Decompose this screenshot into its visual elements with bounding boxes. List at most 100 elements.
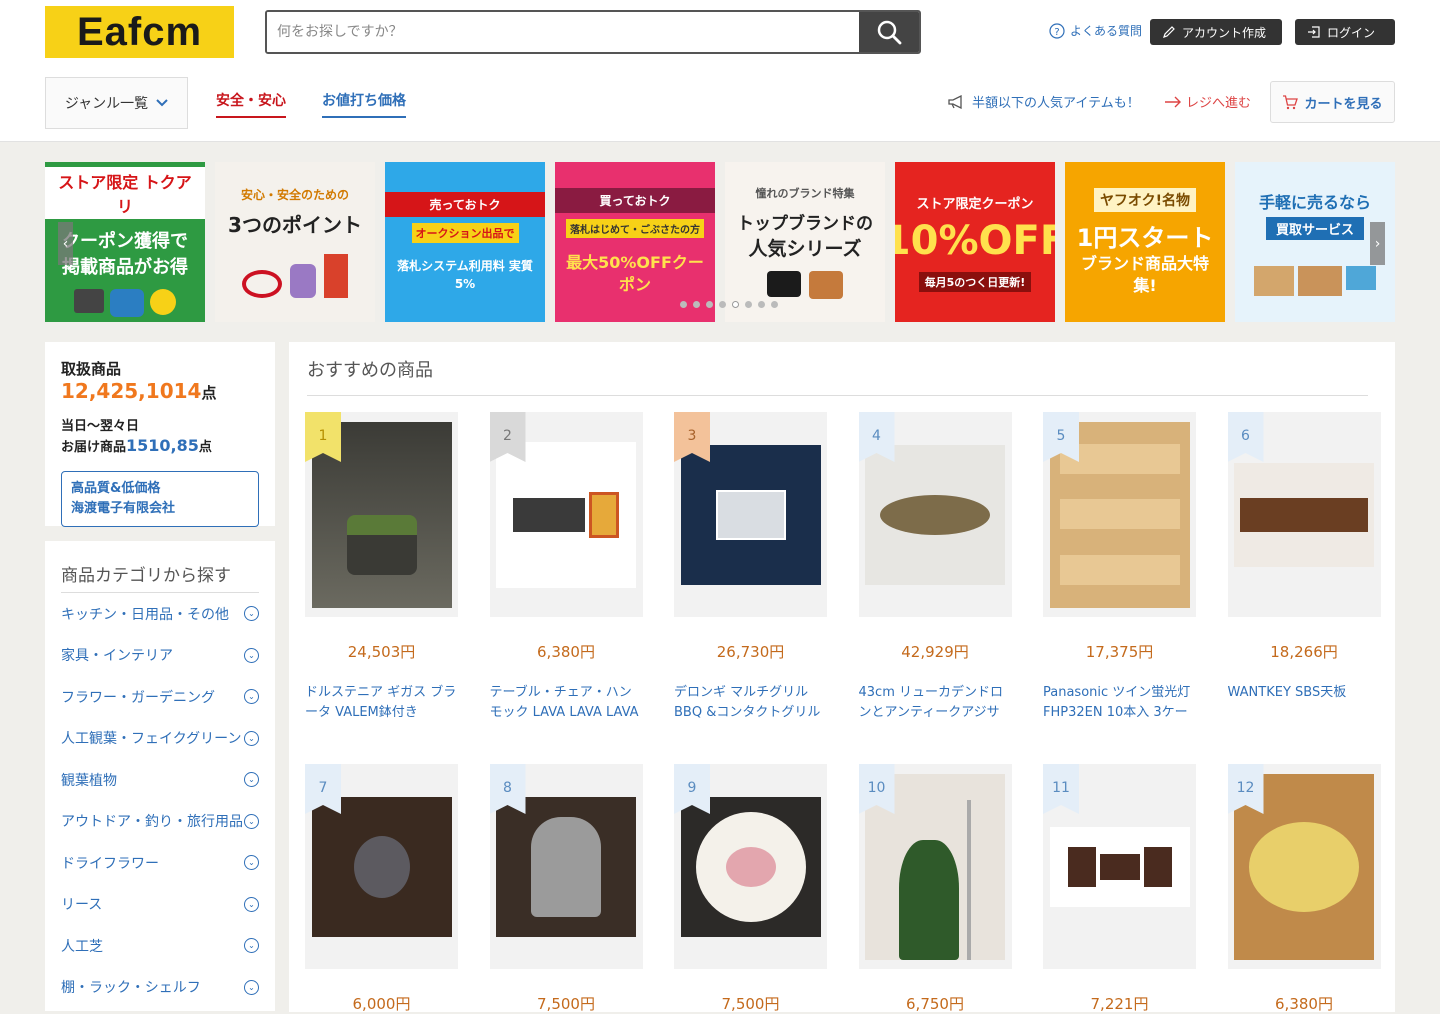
category-list: キッチン・日用品・その他 ⌄ 家具・インテリア ⌄ フラワー・ガーデニング ⌄ 人工観葉・フ… <box>61 593 275 1008</box>
faq-link[interactable]: ? よくある質問 <box>1049 22 1142 39</box>
category-item[interactable]: ドライフラワー ⌄ <box>61 842 275 884</box>
product-card[interactable]: 8 <box>489 764 643 969</box>
genre-dropdown[interactable]: ジャンル一覧 <box>45 77 188 129</box>
product-card[interactable]: 2 <box>489 412 643 617</box>
product-card[interactable]: 1 <box>305 412 458 617</box>
banner-line1: 売っておトク <box>385 191 545 217</box>
product-title[interactable]: ドルステニア ギガス ブラータ VALEM鉢付き <box>305 683 458 723</box>
banner-line3: 掲載商品がお得 <box>62 257 188 278</box>
banner-line3: 毎月5のつく日更新! <box>918 271 1032 292</box>
category-label: フラワー・ガーデニング <box>61 689 215 706</box>
chevron-left-icon: ‹ <box>62 235 69 252</box>
carousel-dot[interactable] <box>693 301 700 308</box>
tab-safe[interactable]: 安全・安心 <box>216 90 286 118</box>
product-card[interactable]: 4 <box>858 412 1012 617</box>
category-label: アウトドア・釣り・旅行用品 <box>61 814 243 831</box>
banner-1yen[interactable]: ヤフオク!名物 1円スタート ブランド商品大特集! <box>1065 162 1225 322</box>
banner-line2: トップブランドの <box>737 214 873 234</box>
chevron-down-circle-icon: ⌄ <box>244 938 259 954</box>
category-item[interactable]: 人工芝 ⌄ <box>61 925 275 967</box>
chevron-down-circle-icon: ⌄ <box>244 647 259 663</box>
product-card[interactable]: 9 <box>674 764 827 969</box>
category-item[interactable]: アウトドア・釣り・旅行用品 ⌄ <box>61 801 275 843</box>
category-item[interactable]: リース ⌄ <box>61 884 275 926</box>
product-price: 7,500円 <box>537 995 595 1013</box>
delivery-value: 1510,85 <box>126 436 199 455</box>
product-price: 7,221円 <box>1090 995 1149 1013</box>
product-card[interactable]: 10 <box>858 764 1012 969</box>
product-title[interactable]: WANTKEY SBS天板 <box>1228 683 1381 723</box>
category-label: 観葉植物 <box>61 772 117 789</box>
category-item[interactable]: 人工観葉・フェイクグリーン ⌄ <box>61 718 275 760</box>
total-unit: 点 <box>201 384 217 402</box>
category-item[interactable]: 観葉植物 ⌄ <box>61 759 275 801</box>
chevron-right-icon: › <box>1374 235 1381 252</box>
carousel-dot[interactable] <box>771 301 778 308</box>
banner-line2: オークション出品で <box>411 222 519 243</box>
pencil-icon <box>1163 26 1175 38</box>
category-item[interactable]: キッチン・日用品・その他 ⌄ <box>61 593 275 635</box>
product-price: 18,266円 <box>1270 643 1338 661</box>
category-label: 棚・ラック・シェルフ <box>61 980 201 997</box>
category-label: キッチン・日用品・その他 <box>61 606 229 623</box>
search-bar <box>265 10 921 54</box>
category-label: ドライフラワー <box>61 855 159 872</box>
carousel-dot[interactable] <box>758 301 765 308</box>
banner-line1: 手軽に売るなら <box>1258 192 1371 212</box>
carousel-dot[interactable] <box>719 301 726 308</box>
product-card[interactable]: 5 <box>1043 412 1196 617</box>
category-item[interactable]: 家具・インテリア ⌄ <box>61 635 275 677</box>
banner-line3: 最大50%OFFクーポン <box>566 253 704 294</box>
category-label: 人工芝 <box>61 938 103 955</box>
product-price: 7,500円 <box>721 995 780 1013</box>
banner-10off[interactable]: ストア限定クーポン 10%OFF 毎月5のつく日更新! <box>895 162 1055 322</box>
product-title[interactable]: 43cm リューカデンドロンとアンティークアジサイ <box>859 683 1012 723</box>
product-title[interactable]: Panasonic ツイン蛍光灯 FHP32EN 10本入 3ケース <box>1043 683 1196 723</box>
chevron-down-icon <box>156 99 168 107</box>
section-divider <box>307 395 1368 396</box>
carousel-next-button[interactable]: › <box>1370 222 1385 265</box>
product-card[interactable]: 3 <box>674 412 827 617</box>
banner-line2: 買取サービス <box>1265 216 1364 240</box>
register-link[interactable]: レジへ進む <box>1164 92 1251 111</box>
stats-panel: 取扱商品12,425,1014点 当日～翌々日 お届け商品1510,85点 高品… <box>45 342 275 527</box>
total-value: 12,425,1014 <box>61 379 202 403</box>
banner-line3: ブランド商品大特集! <box>1080 253 1209 295</box>
chevron-down-circle-icon: ⌄ <box>244 730 259 746</box>
banner-line3: 人気シリーズ <box>748 238 862 260</box>
tab-bargain[interactable]: お値打ち価格 <box>322 90 406 118</box>
product-card[interactable]: 7 <box>305 764 458 969</box>
banner-buyer-coupon[interactable]: 買っておトク 落札はじめて・ごぶさたの方 最大50%OFFクーポン <box>555 162 715 322</box>
carousel-dot[interactable] <box>732 301 739 308</box>
cart-icon <box>1283 94 1299 109</box>
product-title[interactable]: テーブル・チェア・ハンモック LAVA LAVA LAVA <box>490 683 643 723</box>
banner-line1: 憧れのブランド特集 <box>755 187 855 200</box>
create-account-button[interactable]: アカウント作成 <box>1150 19 1282 45</box>
carousel-dot[interactable] <box>706 301 713 308</box>
promo-link[interactable]: 半額以下の人気アイテムも！ <box>948 92 1140 111</box>
search-button[interactable] <box>859 12 919 52</box>
cart-button[interactable]: カートを見る <box>1270 81 1395 123</box>
product-price: 24,503円 <box>347 643 416 661</box>
carousel-dot[interactable] <box>745 301 752 308</box>
site-header: Eafcm ? よくある質問 アカウント作成 ログイン ジャンル一覧 安全・安心… <box>0 0 1440 142</box>
banner-seller-fee[interactable]: 売っておトク オークション出品で 落札システム利用料 実質5% <box>385 162 545 322</box>
category-item[interactable]: フラワー・ガーデニング ⌄ <box>61 676 275 718</box>
banner-brand[interactable]: 憧れのブランド特集 トップブランドの 人気シリーズ <box>725 162 885 322</box>
banner-line2: 落札はじめて・ごぶさたの方 <box>566 219 704 238</box>
banner-line3: 落札システム利用料 実質5% <box>397 258 533 291</box>
site-logo[interactable]: Eafcm <box>45 6 234 58</box>
banner-safety[interactable]: 安心・安全のための 3つのポイント <box>215 162 375 322</box>
product-title[interactable]: デロンギ マルチグリルBBQ &コンタクトグリル <box>674 683 827 723</box>
carousel-dot[interactable] <box>680 301 687 308</box>
company-badge[interactable]: 高品質&低価格 海渡電子有限会社 <box>61 471 259 527</box>
search-input[interactable] <box>267 12 859 52</box>
promo-label: 半額以下の人気アイテムも！ <box>972 96 1140 111</box>
product-card[interactable]: 6 <box>1227 412 1381 617</box>
category-item[interactable]: 棚・ラック・シェルフ ⌄ <box>61 967 275 1009</box>
product-card[interactable]: 11 <box>1043 764 1196 969</box>
product-card[interactable]: 12 <box>1227 764 1381 969</box>
carousel-prev-button[interactable]: ‹ <box>58 222 73 265</box>
login-button[interactable]: ログイン <box>1295 19 1395 45</box>
product-price: 17,375円 <box>1085 643 1154 661</box>
